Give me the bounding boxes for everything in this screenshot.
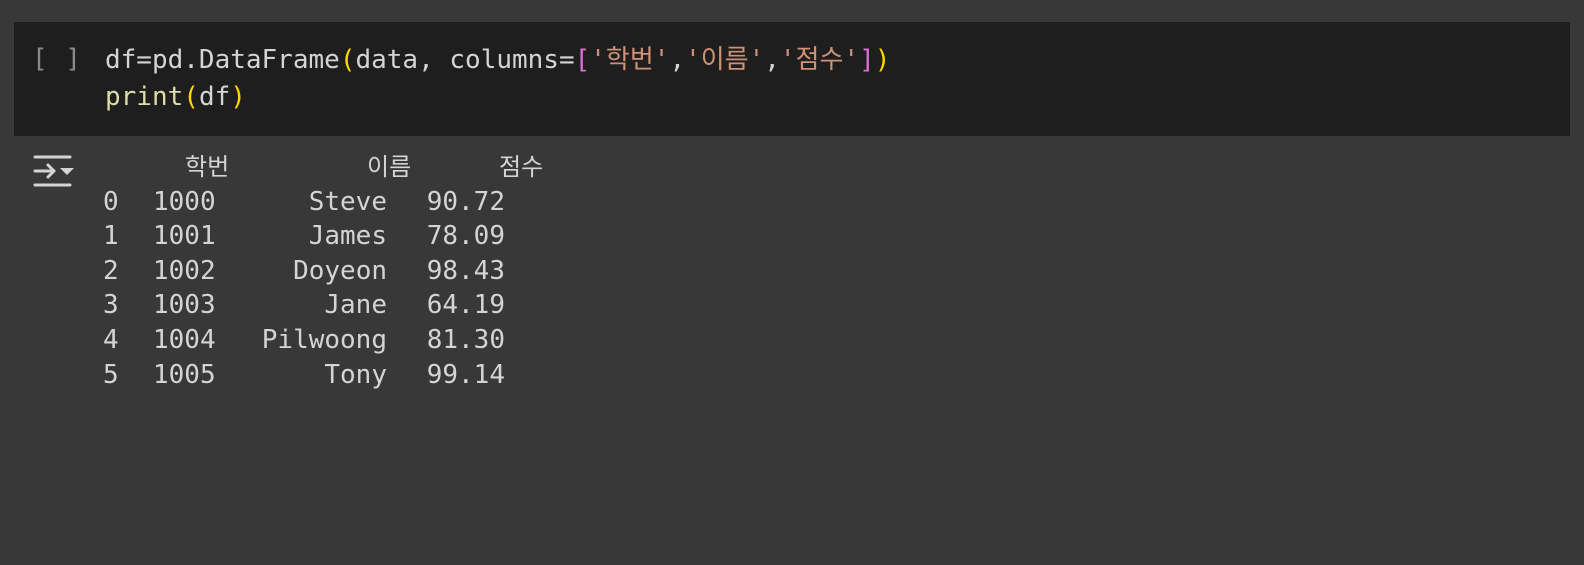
code-token: [ (574, 45, 591, 75)
code-token: ) (230, 82, 246, 112)
output-row: 4 1004 Pilwoong 81.30 (103, 323, 505, 358)
code-token: df=pd.DataFrame (105, 45, 340, 75)
cell-value: 78.09 (426, 221, 505, 252)
cell-value: 98.43 (426, 255, 505, 286)
code-string: '이름' (685, 45, 765, 75)
row-index: 0 (103, 186, 119, 217)
code-token: data, columns= (355, 45, 575, 75)
code-token: df (198, 82, 231, 112)
code-editor[interactable] (14, 22, 1570, 136)
code-line-1[interactable]: df=pd.DataFrame(data, columns=['학번','이름'… (105, 42, 890, 78)
output-row: 5 1005 Tony 99.14 (103, 358, 505, 393)
cell-value: Doyeon (293, 255, 387, 286)
row-index: 2 (103, 255, 119, 286)
output-row: 0 1000 Steve 90.72 (103, 185, 505, 220)
cell-value: Tony (324, 359, 387, 390)
row-index: 3 (103, 290, 119, 321)
code-token: ( (183, 82, 199, 112)
cell-value: 1000 (153, 186, 216, 217)
cell-value: Jane (324, 290, 387, 321)
output-row: 3 1003 Jane 64.19 (103, 288, 505, 323)
code-line-2[interactable]: print(df) (105, 79, 246, 115)
code-token: print (105, 82, 184, 112)
cell-value: 1001 (153, 221, 216, 252)
cell-value: 1002 (153, 255, 216, 286)
code-token: , (669, 45, 686, 75)
cell-output: 학번 이름 점수 0 1000 Steve 90.72 1 1001 James… (103, 150, 543, 393)
cell-value: 90.72 (426, 186, 505, 217)
cell-value: 1004 (153, 324, 216, 355)
output-toggle-icon[interactable] (32, 152, 80, 190)
column-header: 점수 (499, 153, 544, 181)
cell-value: 64.19 (426, 290, 505, 321)
column-header: 이름 (367, 153, 412, 181)
output-row: 2 1002 Doyeon 98.43 (103, 254, 505, 289)
code-token: ( (339, 45, 356, 75)
code-string: '점수' (779, 45, 860, 75)
cell-value: 1005 (153, 359, 216, 390)
row-index: 5 (103, 359, 119, 390)
code-token: , (764, 45, 780, 75)
cell-value: James (308, 221, 387, 252)
cell-value: 1003 (153, 290, 216, 321)
run-cell-button[interactable]: [ ] (32, 44, 82, 74)
notebook-cell: [ ] df=pd.DataFrame(data, columns=['학번',… (0, 0, 1584, 418)
code-token: ] (859, 45, 875, 75)
row-index: 1 (103, 221, 119, 252)
cell-value: 81.30 (426, 324, 505, 355)
code-token: ) (874, 45, 891, 75)
code-string: '학번' (590, 45, 670, 75)
cell-value: Steve (308, 186, 387, 217)
cell-value: Pilwoong (261, 324, 387, 355)
row-index: 4 (103, 324, 119, 355)
cell-value: 99.14 (426, 359, 505, 390)
output-header-row: 학번 이름 점수 (103, 150, 543, 185)
column-header: 학번 (185, 153, 230, 181)
output-row: 1 1001 James 78.09 (103, 219, 505, 254)
